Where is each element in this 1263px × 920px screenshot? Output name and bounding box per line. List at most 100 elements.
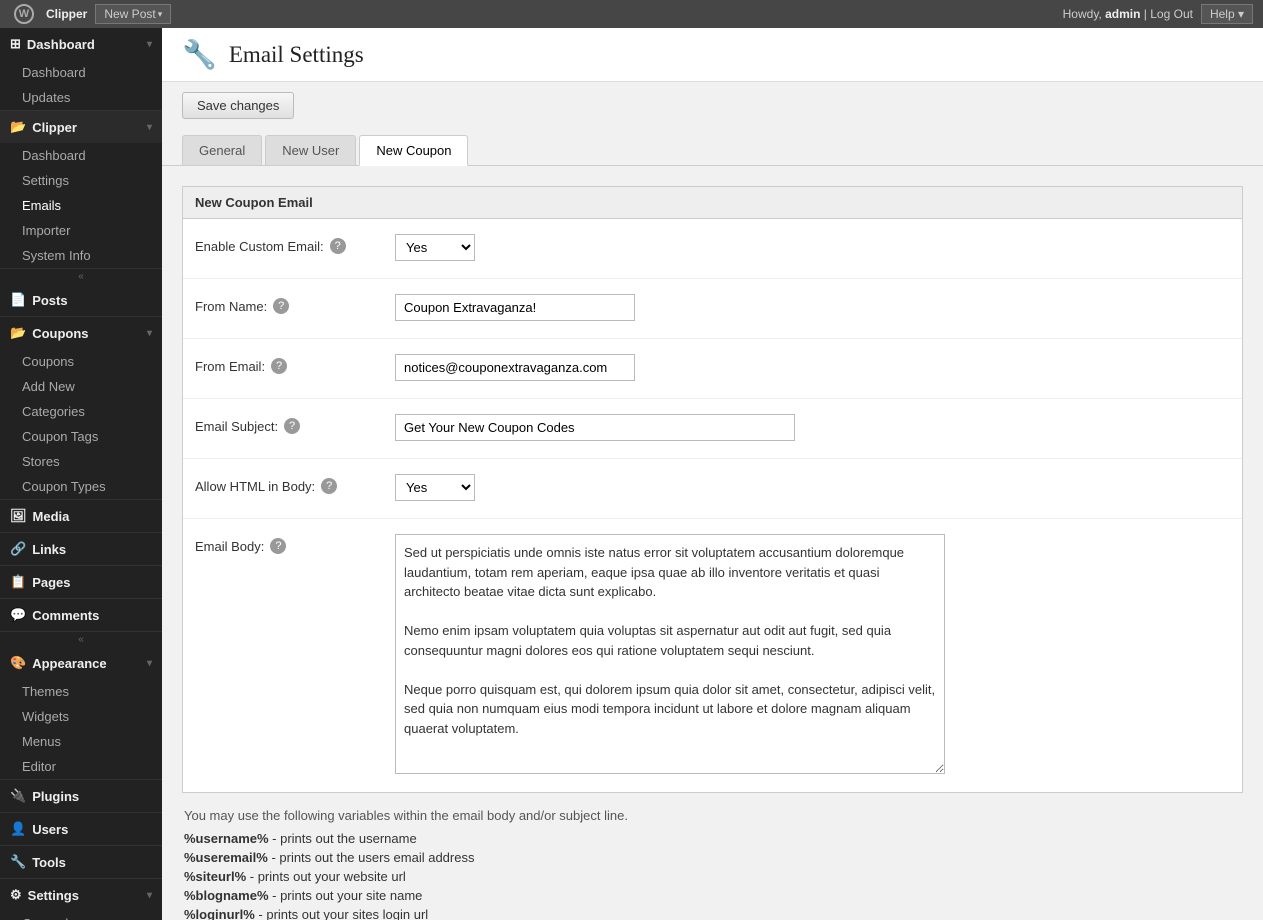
enable-custom-email-label: Enable Custom Email: ? bbox=[195, 234, 395, 254]
appearance-arrow-icon: ▾ bbox=[147, 658, 152, 669]
form-section: New Coupon Email Enable Custom Email: ? … bbox=[182, 186, 1243, 793]
sidebar-sub-coupon-tags[interactable]: Coupon Tags bbox=[0, 424, 162, 449]
coupons-icon: 📂 bbox=[10, 325, 26, 341]
page-title-icon: 🔧 bbox=[182, 38, 217, 71]
form-row-email-body: Email Body: ? Sed ut perspiciatis unde o… bbox=[183, 519, 1242, 792]
variables-note: You may use the following variables with… bbox=[182, 808, 1243, 920]
links-icon: 🔗 bbox=[10, 541, 26, 557]
enable-custom-email-help-icon[interactable]: ? bbox=[330, 238, 346, 254]
sidebar-item-media[interactable]: 🖼 Media bbox=[0, 500, 162, 532]
sidebar-section-appearance: 🎨 Appearance ▾ Themes Widgets Menus Edit… bbox=[0, 647, 162, 780]
sidebar-item-tools[interactable]: 🔧 Tools bbox=[0, 846, 162, 878]
tab-new-coupon[interactable]: New Coupon bbox=[359, 135, 468, 166]
email-subject-field bbox=[395, 414, 1230, 441]
email-body-textarea[interactable]: Sed ut perspiciatis unde omnis iste natu… bbox=[395, 534, 945, 774]
tab-new-user[interactable]: New User bbox=[265, 135, 356, 165]
sidebar-sub-stores[interactable]: Stores bbox=[0, 449, 162, 474]
email-body-field: Sed ut perspiciatis unde omnis iste natu… bbox=[395, 534, 1230, 777]
sidebar-sub-editor[interactable]: Editor bbox=[0, 754, 162, 779]
variable-siteurl: %siteurl% - prints out your website url bbox=[184, 869, 1241, 884]
sidebar-sub-clipper-importer[interactable]: Importer bbox=[0, 218, 162, 243]
sidebar-sub-categories[interactable]: Categories bbox=[0, 399, 162, 424]
save-changes-button[interactable]: Save changes bbox=[182, 92, 294, 119]
sidebar-item-clipper[interactable]: 📂 Clipper ▾ bbox=[0, 111, 162, 143]
form-row-from-email: From Email: ? bbox=[183, 339, 1242, 399]
tab-general[interactable]: General bbox=[182, 135, 262, 165]
enable-custom-email-select[interactable]: Yes No bbox=[395, 234, 475, 261]
settings-icon: ⚙ bbox=[10, 887, 22, 903]
coupons-arrow-icon: ▾ bbox=[147, 328, 152, 339]
sidebar-item-comments[interactable]: 💬 Comments bbox=[0, 599, 162, 631]
howdy-text: Howdy, admin | Log Out bbox=[1063, 7, 1193, 21]
email-subject-label: Email Subject: ? bbox=[195, 414, 395, 434]
dashboard-arrow-icon: ▾ bbox=[147, 39, 152, 50]
from-email-input[interactable] bbox=[395, 354, 635, 381]
sidebar-item-posts[interactable]: 📄 Posts bbox=[0, 284, 162, 316]
sidebar-sub-clipper-settings[interactable]: Settings bbox=[0, 168, 162, 193]
from-name-field bbox=[395, 294, 1230, 321]
pages-icon: 📋 bbox=[10, 574, 26, 590]
sidebar-section-plugins: 🔌 Plugins bbox=[0, 780, 162, 813]
adminbar-right: Howdy, admin | Log Out Help ▾ bbox=[1063, 4, 1253, 24]
page-header: 🔧 Email Settings bbox=[162, 28, 1263, 82]
sidebar-section-pages: 📋 Pages bbox=[0, 566, 162, 599]
email-body-help-icon[interactable]: ? bbox=[270, 538, 286, 554]
sidebar-sub-general[interactable]: General bbox=[0, 911, 162, 920]
sidebar-sub-themes[interactable]: Themes bbox=[0, 679, 162, 704]
new-post-button[interactable]: New Post ▾ bbox=[95, 4, 171, 24]
users-icon: 👤 bbox=[10, 821, 26, 837]
sidebar-section-coupons: 📂 Coupons ▾ Coupons Add New Categories C… bbox=[0, 317, 162, 500]
sidebar-item-settings[interactable]: ⚙ Settings ▾ bbox=[0, 879, 162, 911]
sidebar-sub-widgets[interactable]: Widgets bbox=[0, 704, 162, 729]
sidebar-item-appearance[interactable]: 🎨 Appearance ▾ bbox=[0, 647, 162, 679]
allow-html-select[interactable]: Yes No bbox=[395, 474, 475, 501]
logout-link[interactable]: Log Out bbox=[1150, 7, 1193, 21]
sidebar-section-settings: ⚙ Settings ▾ General Writing Reading bbox=[0, 879, 162, 920]
enable-custom-email-field: Yes No bbox=[395, 234, 1230, 261]
sidebar-sub-coupon-types[interactable]: Coupon Types bbox=[0, 474, 162, 499]
from-email-help-icon[interactable]: ? bbox=[271, 358, 287, 374]
sidebar-sub-clipper-emails[interactable]: Emails bbox=[0, 193, 162, 218]
comments-icon: 💬 bbox=[10, 607, 26, 623]
from-name-help-icon[interactable]: ? bbox=[273, 298, 289, 314]
sidebar-section-media: 🖼 Media bbox=[0, 500, 162, 533]
from-name-label: From Name: ? bbox=[195, 294, 395, 314]
sidebar-sub-dashboard[interactable]: Dashboard bbox=[0, 60, 162, 85]
appearance-icon: 🎨 bbox=[10, 655, 26, 671]
allow-html-field: Yes No bbox=[395, 474, 1230, 501]
tabs-bar: General New User New Coupon bbox=[162, 134, 1263, 166]
sidebar-item-pages[interactable]: 📋 Pages bbox=[0, 566, 162, 598]
form-row-email-subject: Email Subject: ? bbox=[183, 399, 1242, 459]
allow-html-help-icon[interactable]: ? bbox=[321, 478, 337, 494]
sidebar-sub-menus[interactable]: Menus bbox=[0, 729, 162, 754]
sidebar-item-plugins[interactable]: 🔌 Plugins bbox=[0, 780, 162, 812]
sidebar-sub-updates[interactable]: Updates bbox=[0, 85, 162, 110]
admin-name: admin bbox=[1105, 7, 1140, 21]
form-row-allow-html: Allow HTML in Body: ? Yes No bbox=[183, 459, 1242, 519]
email-subject-help-icon[interactable]: ? bbox=[284, 418, 300, 434]
form-row-from-name: From Name: ? bbox=[183, 279, 1242, 339]
dashboard-icon: ⊞ bbox=[10, 36, 21, 52]
sidebar-item-coupons[interactable]: 📂 Coupons ▾ bbox=[0, 317, 162, 349]
clipper-icon: 📂 bbox=[10, 119, 26, 135]
settings-arrow-icon: ▾ bbox=[147, 890, 152, 901]
sidebar-sub-clipper-sysinfo[interactable]: System Info bbox=[0, 243, 162, 268]
collapse-indicator-1[interactable]: « bbox=[0, 269, 162, 284]
from-email-field bbox=[395, 354, 1230, 381]
sidebar-sub-add-new[interactable]: Add New bbox=[0, 374, 162, 399]
help-button[interactable]: Help ▾ bbox=[1201, 4, 1253, 24]
sidebar-section-links: 🔗 Links bbox=[0, 533, 162, 566]
collapse-indicator-2[interactable]: « bbox=[0, 632, 162, 647]
site-name: Clipper bbox=[46, 7, 87, 21]
clipper-arrow-icon: ▾ bbox=[147, 122, 152, 133]
email-subject-input[interactable] bbox=[395, 414, 795, 441]
email-body-label: Email Body: ? bbox=[195, 534, 395, 554]
sidebar-section-dashboard: ⊞ Dashboard ▾ Dashboard Updates bbox=[0, 28, 162, 111]
sidebar-item-users[interactable]: 👤 Users bbox=[0, 813, 162, 845]
sidebar-item-links[interactable]: 🔗 Links bbox=[0, 533, 162, 565]
sidebar-item-dashboard[interactable]: ⊞ Dashboard ▾ bbox=[0, 28, 162, 60]
sidebar-sub-clipper-dashboard[interactable]: Dashboard bbox=[0, 143, 162, 168]
variables-list: %username% - prints out the username %us… bbox=[184, 831, 1241, 920]
from-name-input[interactable] bbox=[395, 294, 635, 321]
sidebar-sub-coupons[interactable]: Coupons bbox=[0, 349, 162, 374]
